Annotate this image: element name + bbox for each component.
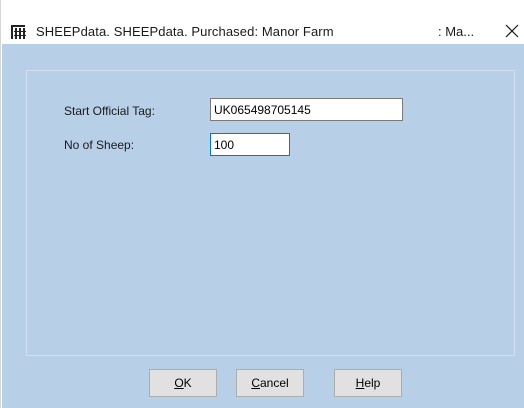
start-official-tag-label: Start Official Tag:: [64, 104, 155, 118]
start-official-tag-input[interactable]: [210, 98, 403, 121]
help-button-mnemonic: H: [355, 376, 365, 390]
ok-button-mnemonic: O: [174, 376, 184, 390]
cancel-button-label: ancel: [259, 376, 289, 390]
ok-button-label: K: [183, 376, 192, 390]
cancel-button[interactable]: Cancel: [236, 369, 304, 397]
cancel-button-mnemonic: C: [251, 376, 260, 390]
close-button[interactable]: [500, 18, 524, 44]
ok-button[interactable]: OK: [149, 369, 217, 397]
no-of-sheep-label: No of Sheep:: [64, 138, 135, 152]
sheepdata-app-icon: [10, 23, 28, 41]
help-button[interactable]: Help: [334, 369, 402, 397]
window-title-overflow: : Ma...: [438, 24, 475, 39]
help-button-label: elp: [364, 376, 381, 390]
close-icon: [505, 24, 519, 38]
title-bar[interactable]: SHEEPdata. SHEEPdata. Purchased: Manor F…: [1, 0, 524, 44]
purchased-dialog-window: SHEEPdata. SHEEPdata. Purchased: Manor F…: [0, 0, 524, 408]
window-title: SHEEPdata. SHEEPdata. Purchased: Manor F…: [36, 24, 334, 39]
no-of-sheep-input[interactable]: [210, 133, 290, 156]
